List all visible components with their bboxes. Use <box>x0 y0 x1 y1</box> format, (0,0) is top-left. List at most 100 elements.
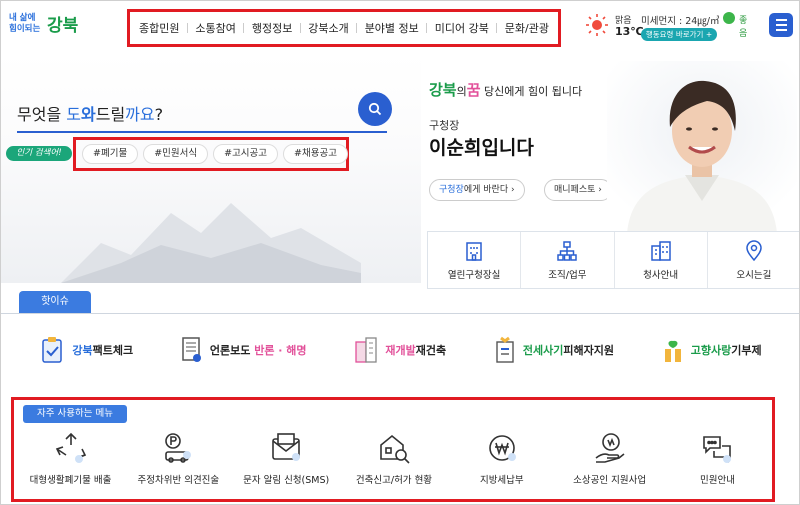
apartment-icon <box>355 337 377 363</box>
menu-small-business[interactable]: 소상공인 지원사업 <box>556 431 663 499</box>
search-button[interactable] <box>358 92 392 126</box>
menu-label: 대형생활폐기물 배출 <box>29 475 112 486</box>
hot-issue-label: 기부제 <box>731 344 762 357</box>
menu-civil-guide[interactable]: 민원안내 <box>664 431 771 499</box>
popular-search-label: 인기 검색어! <box>6 146 72 161</box>
quick-link-label: 조직/업무 <box>548 269 587 281</box>
hot-issue-redevelopment[interactable]: 재개발재건축 <box>353 336 446 364</box>
org-chart-icon <box>557 240 578 261</box>
action-guide-button[interactable]: 행동요령 바로가기 + <box>641 28 717 41</box>
tag-civil-forms[interactable]: #민원서식 <box>143 144 209 164</box>
pill-text: 구청장 <box>439 185 464 195</box>
slogan-text: 강북 <box>429 81 457 99</box>
question-text: 드릴 <box>95 105 126 124</box>
search-question: 무엇을 도와드릴까요? <box>17 101 163 125</box>
nav-item-communication[interactable]: 소통참여 <box>195 20 235 36</box>
nav-divider <box>496 23 498 33</box>
frequent-menu-list: 대형생활폐기물 배출 주정차위반 의견진술 문자 알림 신청(SMS) 건축신고… <box>17 431 771 499</box>
fine-dust-label: 미세먼지 : 24㎍/㎥ <box>641 16 720 27</box>
menu-label: 건축신고/허가 현황 <box>355 475 433 486</box>
menu-label: 문자 알림 신청(SMS) <box>243 475 330 486</box>
question-text: 까요 <box>125 105 155 124</box>
search-input[interactable] <box>17 131 387 133</box>
mountain-illustration <box>61 203 361 283</box>
menu-sms-alert[interactable]: 문자 알림 신청(SMS) <box>233 431 340 499</box>
slogan-text: 꿈 <box>466 81 481 99</box>
house-document-icon <box>496 336 514 363</box>
quick-link-open-office[interactable]: 열린구청장실 <box>428 232 522 288</box>
gangbuk-homepage: 내 삶에 힘이되는 강북 종합민원 소통참여 행정정보 강북소개 분야별 정보 … <box>0 0 800 505</box>
nav-divider <box>186 23 188 33</box>
nav-item-field-info[interactable]: 분야별 정보 <box>365 20 419 36</box>
quick-link-organization[interactable]: 조직/업무 <box>521 232 615 288</box>
nav-item-media[interactable]: 미디어 강북 <box>435 20 489 36</box>
checklist-icon <box>42 337 63 363</box>
hot-issue-label: 고향사랑 <box>690 344 732 357</box>
nav-item-general-civil[interactable]: 종합민원 <box>139 20 179 36</box>
quick-link-directions[interactable]: 오시는길 <box>708 232 799 288</box>
menu-large-waste[interactable]: 대형생활폐기물 배출 <box>17 431 124 499</box>
smile-face-icon <box>723 12 735 24</box>
hamburger-line <box>775 24 787 26</box>
popular-tags: #폐기물 #민원서식 #고시공고 #채용공고 <box>73 137 349 171</box>
mail-icon <box>272 433 301 461</box>
tag-notice[interactable]: #고시공고 <box>213 144 279 164</box>
hamburger-menu-button[interactable] <box>769 13 793 37</box>
quick-link-office-guide[interactable]: 청사안내 <box>615 232 708 288</box>
menu-building-permit[interactable]: 건축신고/허가 현황 <box>340 431 447 499</box>
mayor-role: 구청장 <box>429 119 460 132</box>
question-text: 와 <box>80 105 96 124</box>
nav-item-culture[interactable]: 문화/관광 <box>505 20 549 36</box>
quick-link-label: 열린구청장실 <box>447 269 501 281</box>
menu-local-tax[interactable]: 지방세납부 <box>448 431 555 499</box>
hot-issue-press-rebuttal[interactable]: 언론보도 반론 · 해명 <box>180 336 307 364</box>
hot-issue-tab[interactable]: 핫이슈 <box>19 291 91 313</box>
manifesto-button[interactable]: 매니페스토 › <box>544 179 612 201</box>
tag-recruitment[interactable]: #채용공고 <box>283 144 348 164</box>
hot-issue-divider <box>1 313 799 314</box>
nav-item-admin-info[interactable]: 행정정보 <box>252 20 292 36</box>
slogan-text: 당신에게 힘이 됩니다 <box>480 85 583 98</box>
recycle-icon <box>55 432 86 463</box>
question-text: ? <box>154 105 164 124</box>
pill-text: 에게 바란다 › <box>463 185 515 195</box>
quick-link-label: 청사안내 <box>643 269 679 281</box>
hot-issue-fact-check[interactable]: 강북팩트체크 <box>40 336 133 364</box>
hot-issue-label: 전세사기 <box>522 344 564 357</box>
mayor-name: 이순희입니다 <box>429 137 534 159</box>
menu-parking-violation[interactable]: 주정차위반 의견진술 <box>125 431 232 499</box>
location-pin-icon <box>746 239 762 261</box>
hot-issue-rental-fraud[interactable]: 전세사기피해자지원 <box>493 336 614 364</box>
menu-label: 소상공인 지원사업 <box>573 475 647 486</box>
document-icon <box>182 337 201 362</box>
logo-tagline: 내 삶에 힘이되는 <box>9 13 41 34</box>
building-icon <box>466 241 482 261</box>
menu-label: 지방세납부 <box>479 475 524 486</box>
hot-issue-hometown-donation[interactable]: 고향사랑기부제 <box>661 336 762 364</box>
frequent-menu-tab: 자주 사용하는 메뉴 <box>23 405 127 423</box>
logo-text: 강북 <box>47 16 79 36</box>
nav-divider <box>299 23 301 33</box>
hot-issue-label: 언론보도 <box>209 344 255 357</box>
request-to-mayor-button[interactable]: 구청장에게 바란다 › <box>429 179 525 201</box>
office-building-icon <box>650 240 671 261</box>
nav-item-about[interactable]: 강북소개 <box>308 20 348 36</box>
hot-issue-label: 피해자지원 <box>563 344 614 357</box>
menu-label: 주정차위반 의견진술 <box>137 475 220 486</box>
hamburger-line <box>775 29 787 31</box>
hand-coin-icon <box>595 433 625 463</box>
site-logo[interactable]: 내 삶에 힘이되는 강북 <box>9 11 89 41</box>
hot-issue-label: 반론 · 해명 <box>254 344 307 357</box>
hot-issue-list: 강북팩트체크 언론보도 반론 · 해명 재개발재건축 전세사기피해자지원 고향사… <box>1 317 799 383</box>
building-search-icon <box>380 434 410 464</box>
search-icon <box>368 102 382 116</box>
hot-issue-label: 재개발 <box>385 344 416 357</box>
tag-waste[interactable]: #폐기물 <box>82 144 139 164</box>
weather-widget: 맑음 13℃ 미세먼지 : 24㎍/㎥ 좋음 행동요령 바로가기 + <box>585 11 755 43</box>
nav-divider <box>426 23 428 33</box>
mayor-slogan: 강북의꿈 당신에게 힘이 됩니다 <box>429 79 582 100</box>
hot-issue-label: 재건축 <box>415 344 447 357</box>
hot-issue-label: 팩트체크 <box>92 344 134 357</box>
gift-plant-icon <box>664 340 681 362</box>
nav-divider <box>356 23 358 33</box>
